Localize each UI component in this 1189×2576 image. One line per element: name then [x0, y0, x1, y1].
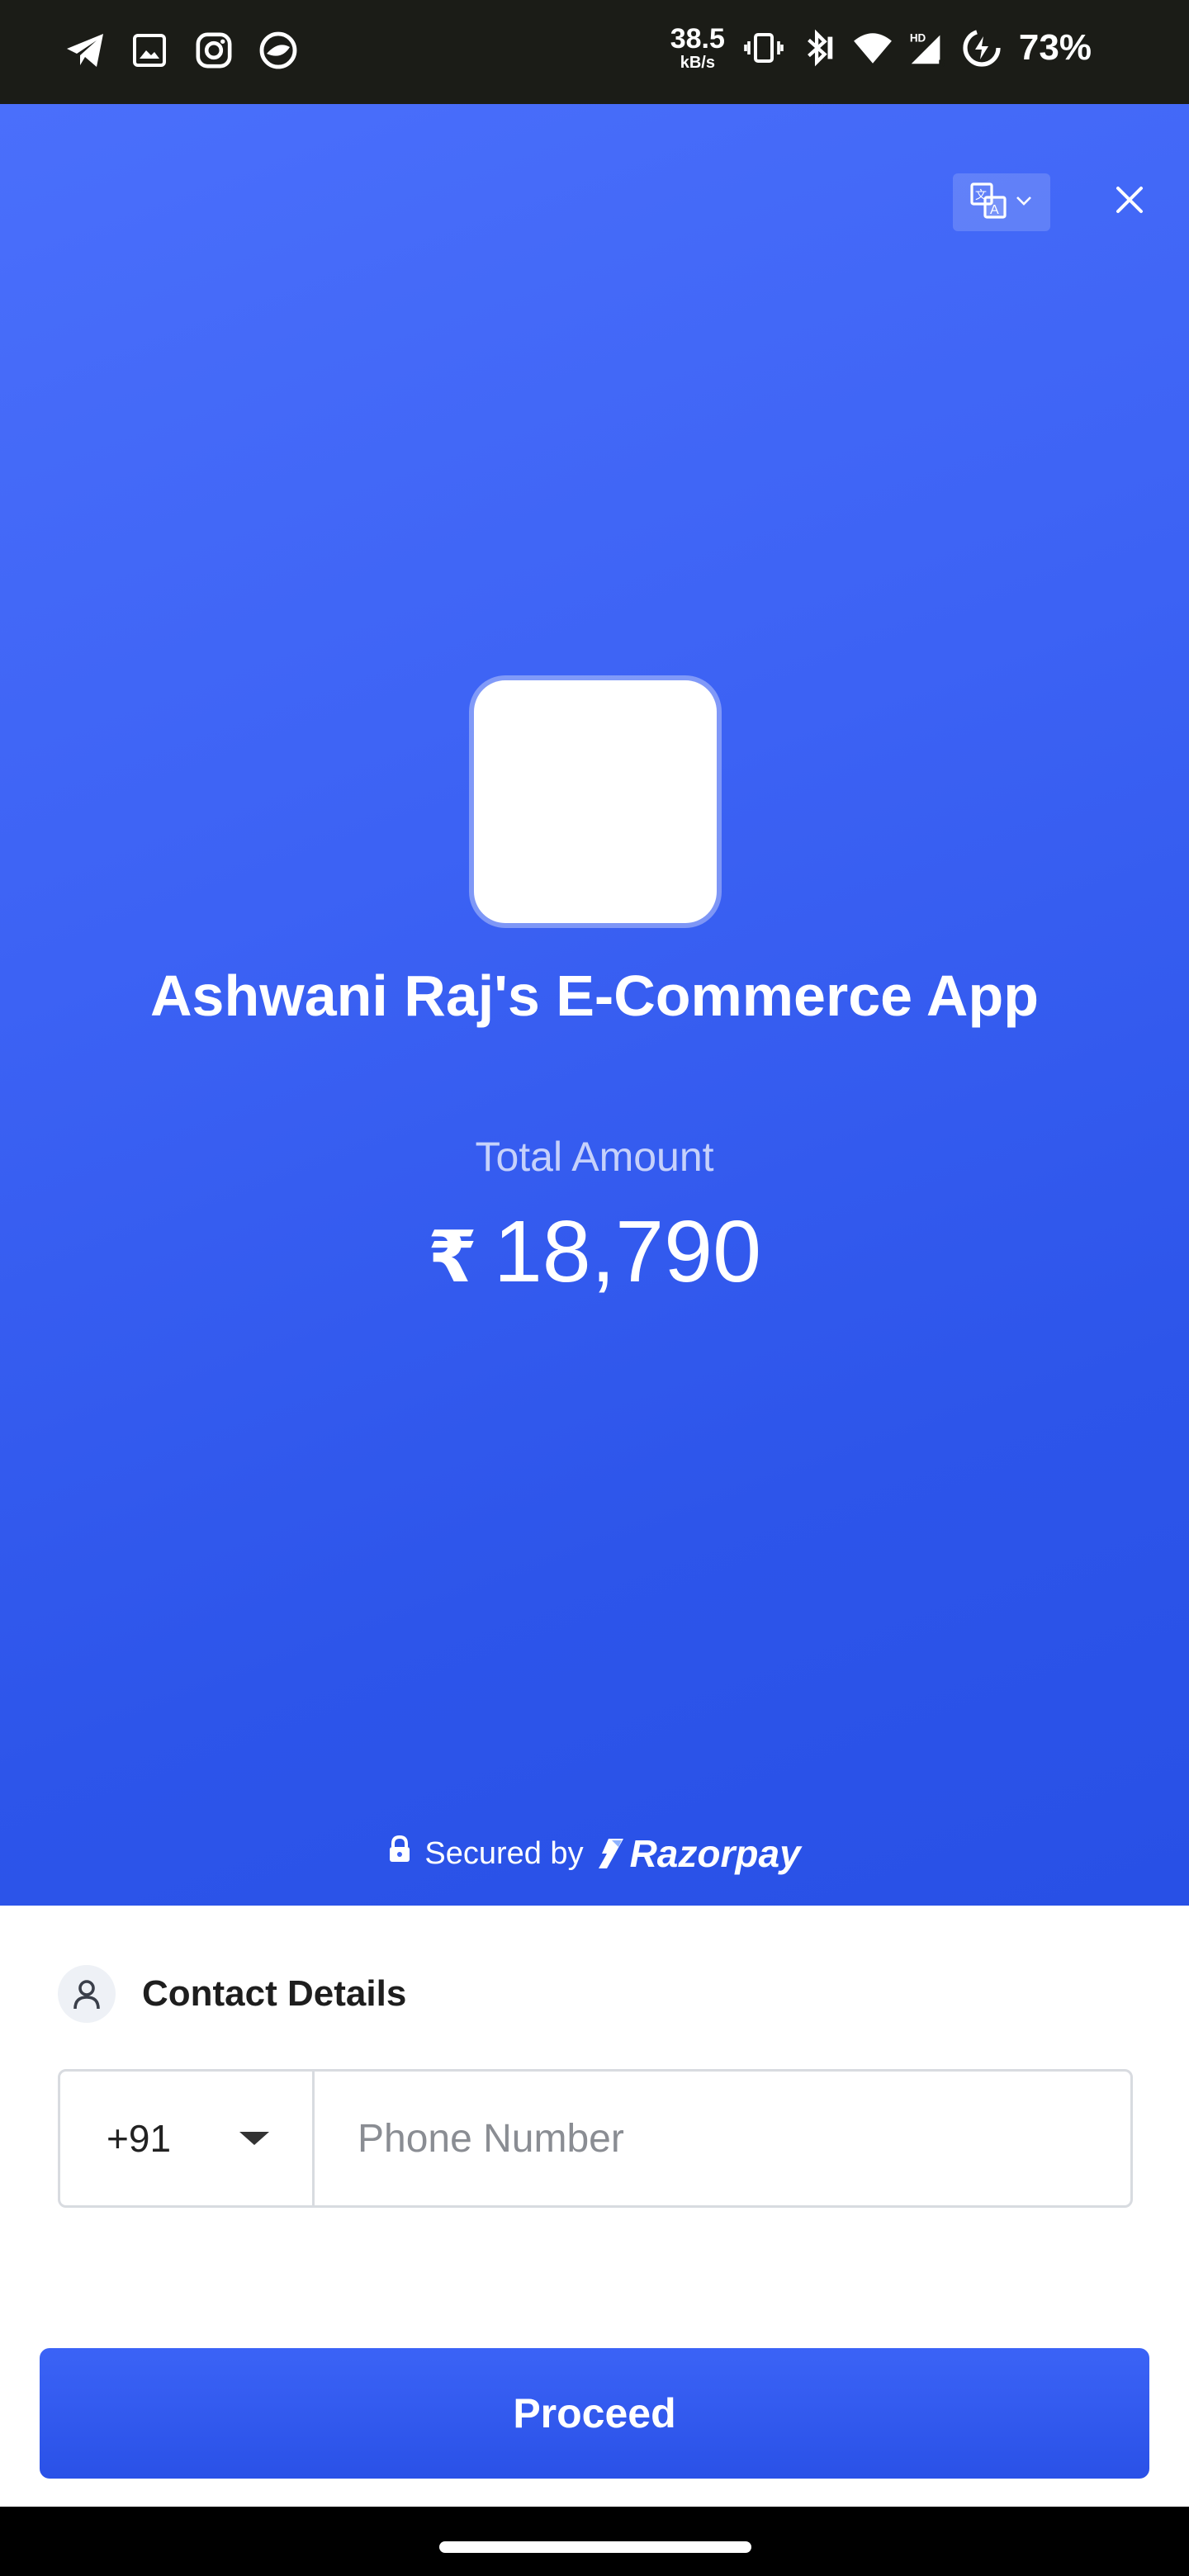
dropdown-caret-icon [239, 2132, 269, 2145]
signal-hd-icon: HD R [907, 27, 948, 69]
currency-symbol: ₹ [427, 1218, 477, 1297]
network-speed: 38.5 kB/s [670, 23, 725, 72]
home-gesture-handle[interactable] [439, 2541, 751, 2553]
instagram-icon [193, 30, 234, 71]
battery-percent: 73% [1018, 27, 1092, 68]
merchant-name: Ashwani Raj's E-Commerce App [150, 964, 1039, 1028]
wifi-icon [852, 27, 893, 69]
battery-charging-icon [961, 27, 1002, 69]
contact-details-title: Contact Details [142, 1973, 407, 2014]
gallery-icon [129, 30, 170, 71]
amount-value: 18,790 [493, 1203, 762, 1300]
contact-details-header: Contact Details [58, 1965, 406, 2023]
secured-by-badge: Secured by Razorpay [0, 1831, 1189, 1876]
lock-icon [388, 1835, 411, 1872]
navigation-bar [0, 2507, 1189, 2576]
app-icon [258, 30, 299, 71]
svg-text:R: R [938, 59, 945, 69]
country-code-select[interactable]: +91 [60, 2072, 315, 2205]
checkout-header: A文 Ashwani Raj's E-Commerce App Total Am… [0, 104, 1189, 1906]
language-selector-button[interactable]: A文 [953, 173, 1050, 231]
close-button[interactable] [1106, 178, 1153, 225]
svg-text:文: 文 [975, 189, 987, 202]
secured-by-text: Secured by [424, 1835, 584, 1871]
country-code-value: +91 [107, 2117, 172, 2160]
status-bar: 38.5 kB/s HD R 73% [0, 0, 1189, 104]
bluetooth-icon [798, 27, 839, 69]
translate-icon: A文 [970, 182, 1007, 223]
notification-icons [64, 30, 299, 71]
razorpay-text: Razorpay [629, 1832, 801, 1875]
telegram-icon [64, 30, 106, 71]
svg-text:HD: HD [910, 31, 926, 44]
total-amount: ₹18,790 [0, 1202, 1189, 1302]
phone-field-group: +91 [58, 2069, 1133, 2208]
razorpay-logo: Razorpay [597, 1831, 801, 1876]
total-amount-label: Total Amount [475, 1134, 714, 1180]
system-icons: 38.5 kB/s HD R 73% [670, 25, 1092, 71]
svg-text:A: A [990, 203, 999, 217]
phone-number-input[interactable] [315, 2072, 1130, 2205]
close-icon [1115, 185, 1144, 219]
razorpay-mark-icon [598, 1839, 623, 1868]
proceed-button[interactable]: Proceed [40, 2348, 1149, 2479]
vibrate-icon [743, 27, 784, 69]
merchant-logo [474, 680, 717, 923]
chevron-down-icon [1015, 195, 1033, 211]
contact-details-sheet: Contact Details +91 Proceed [0, 1906, 1189, 2507]
user-icon [58, 1965, 116, 2023]
